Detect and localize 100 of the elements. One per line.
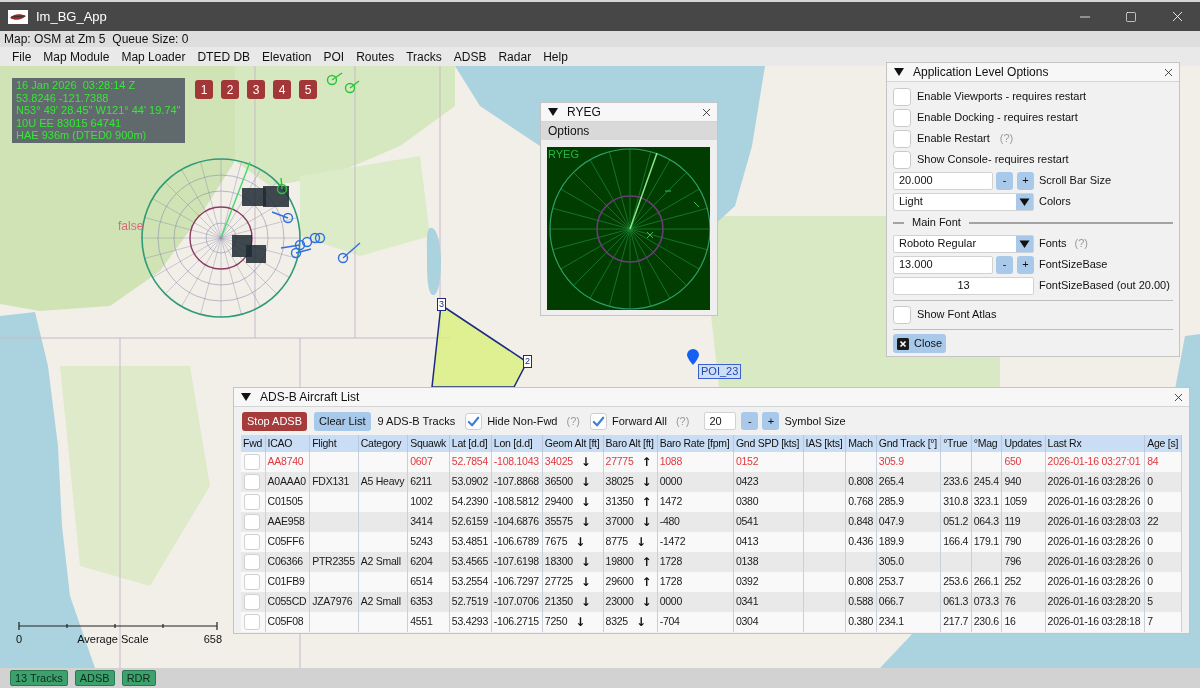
dropdown[interactable]: Light	[893, 192, 1034, 211]
table-cell: -704	[657, 612, 734, 632]
column-header: Age [s]	[1144, 435, 1182, 452]
numbered-button[interactable]: 2	[221, 80, 239, 99]
table-cell: 53.4293	[449, 612, 492, 632]
collapse-triangle-icon[interactable]	[241, 393, 251, 401]
number-field[interactable]: 20.000	[893, 171, 993, 190]
close-button[interactable]: Close	[893, 334, 947, 353]
menu-item[interactable]: POI	[317, 47, 351, 66]
numbered-button[interactable]: 5	[299, 80, 317, 99]
track-marker-icon[interactable]	[326, 72, 343, 86]
decrement-button[interactable]: -	[741, 412, 759, 430]
dropdown[interactable]: Roboto Regular	[893, 234, 1034, 253]
track-marker-icon[interactable]	[276, 177, 288, 195]
clear-button[interactable]: Clear List	[314, 411, 371, 431]
map-pin-icon[interactable]	[687, 349, 699, 365]
checkbox-label: Show Console- requires restart	[917, 152, 1069, 168]
checkbox[interactable]	[244, 594, 260, 610]
checkbox[interactable]	[244, 454, 260, 470]
menu-item[interactable]: Options	[548, 122, 590, 140]
drag-field[interactable]: 13	[893, 276, 1034, 295]
checkbox[interactable]	[244, 534, 260, 550]
table-cell: C05F08	[265, 612, 310, 632]
checkbox-label: Forward All	[611, 413, 667, 429]
field-label: Symbol Size	[784, 413, 846, 429]
track-marker-icon[interactable]	[309, 232, 321, 244]
column-header: Fwd	[241, 435, 266, 452]
checkbox-label: Enable Viewports - requires restart	[917, 89, 1087, 105]
checkbox[interactable]	[893, 150, 911, 169]
menu-item[interactable]: Routes	[350, 47, 401, 66]
waypoint-label[interactable]: 3	[437, 298, 446, 311]
trend-arrow: ↓	[641, 596, 652, 608]
menu-item[interactable]: ADSB	[447, 47, 493, 66]
number-field[interactable]: 20	[704, 412, 737, 430]
column-header: ICAO	[265, 435, 310, 452]
checkbox[interactable]	[244, 574, 260, 590]
decrement-button[interactable]: -	[996, 171, 1013, 190]
table-row[interactable]: C05FF6 5243 53.4851 -106.6789 7675 ↓ 8775 ↓ -1472 0413 0.436 189.9 166.4 179.1 790 2026-01-16 03:28:26 0	[241, 532, 1182, 552]
table-row[interactable]: A0AAA0 FDX131 A5 Heavy 6211 53.0902 -107.8868 36500 ↓ 38025 ↓ 0000 0423 0.808 265.4 233.6 245.4 940 2026-01-16 03:28:26 0	[241, 472, 1182, 492]
checkbox[interactable]	[244, 494, 260, 510]
menu-item[interactable]: Elevation	[256, 47, 318, 66]
table-row[interactable]: C05F08 4551 53.4293 -106.2715 7250 ↓ 8325 ↓ -704 0304 0.380 234.1 217.7 230.6 16 2026-01-16 03:28:18 7	[241, 612, 1182, 632]
track-marker-icon[interactable]	[314, 232, 326, 244]
checkbox[interactable]	[893, 108, 911, 127]
numbered-button[interactable]: 4	[273, 80, 291, 99]
track-marker-icon[interactable]	[290, 247, 312, 259]
checkbox[interactable]	[244, 614, 260, 630]
track-marker-icon[interactable]	[344, 80, 360, 94]
table-row[interactable]: C055CD JZA7976 A2 Small 6353 52.7519 -107.0706 21350 ↓ 23000 ↓ 0000 0341 0.588 066.7 061.3 073.3 76 2026-01-16 03:28:20 5	[241, 592, 1182, 612]
track-marker-icon[interactable]	[337, 242, 361, 264]
menu-item[interactable]: Radar	[492, 47, 538, 66]
checkbox[interactable]	[589, 412, 607, 430]
increment-button[interactable]: +	[1017, 255, 1034, 274]
checkbox[interactable]	[244, 474, 260, 490]
numbered-button[interactable]: 1	[195, 80, 213, 99]
collapse-triangle-icon[interactable]	[894, 68, 904, 76]
checkbox[interactable]	[465, 412, 483, 430]
menu-item[interactable]: Map Module	[37, 47, 116, 66]
increment-button[interactable]: +	[1017, 171, 1034, 190]
track-marker-icon[interactable]	[271, 211, 294, 224]
table-cell: 230.6	[971, 612, 1002, 632]
menu-item[interactable]: File	[6, 47, 38, 66]
checkbox[interactable]	[244, 554, 260, 570]
column-header: Lat [d.d]	[449, 435, 492, 452]
number-field[interactable]: 13.000	[893, 255, 993, 274]
table-cell: 37000	[605, 514, 634, 530]
menu-item[interactable]: Help	[537, 47, 574, 66]
status-button[interactable]: 13 Tracks	[10, 670, 68, 686]
numbered-button[interactable]: 3	[247, 80, 265, 99]
table-row[interactable]: C01505 1002 54.2390 -108.5812 29400 ↓ 31350 ↑ 1472 0380 0.768 285.9 310.8 323.1 1059 2026-01-16 03:28:26 0	[241, 492, 1182, 512]
decrement-button[interactable]: -	[996, 255, 1013, 274]
table-cell: 16	[1001, 612, 1046, 632]
table-row[interactable]: C01FB9 6514 53.2554 -106.7297 27725 ↓ 29600 ↑ 1728 0392 0.808 253.7 253.6 266.1 252 2026-01-16 03:28:26 0	[241, 572, 1182, 592]
caret-icon[interactable]	[1016, 235, 1033, 252]
table-row[interactable]: C06366 PTR2355 A2 Small 6204 53.4565 -107.6198 18300 ↓ 19800 ↑ 1728 0138 305.0 796 2026-01-16 03:28:26 0	[241, 552, 1182, 572]
table-cell: 23000	[605, 594, 634, 610]
menu-item[interactable]: Map Loader	[115, 47, 192, 66]
menu-item[interactable]: DTED DB	[191, 47, 257, 66]
checkbox[interactable]	[244, 514, 260, 530]
track-tag[interactable]	[246, 245, 266, 263]
trend-arrow: ↓	[580, 576, 591, 588]
status-button[interactable]: ADSB	[74, 670, 115, 686]
waypoint-label[interactable]: 2	[523, 355, 532, 368]
track-marker-icon[interactable]	[301, 236, 313, 248]
collapse-triangle-icon[interactable]	[548, 108, 558, 116]
menu-item[interactable]: Tracks	[400, 47, 448, 66]
maximize-icon[interactable]	[1125, 10, 1137, 23]
column-header: °True	[940, 435, 972, 452]
checkbox[interactable]	[893, 305, 911, 324]
table-row[interactable]: AAE958 3414 52.6159 -104.6876 35575 ↓ 37000 ↓ -480 0541 0.848 047.9 051.2 064.3 119 2026-01-16 03:28:03 22	[241, 512, 1182, 532]
status-button[interactable]: RDR	[121, 670, 156, 686]
table-row[interactable]: AA8740 0607 52.7854 -108.1043 34025 ↓ 27775 ↑ 1088 0152 305.9 650 2026-01-16 03:27:01 84	[241, 452, 1182, 472]
poi-label[interactable]: POI_23	[698, 364, 742, 379]
checkbox[interactable]	[893, 87, 911, 106]
section-label: Main Font	[912, 215, 961, 231]
increment-button[interactable]: +	[762, 412, 780, 430]
checkbox[interactable]	[893, 129, 911, 148]
track-marker-icon[interactable]	[280, 239, 306, 251]
stop-button[interactable]: Stop ADSB	[242, 411, 308, 431]
caret-icon[interactable]	[1016, 193, 1033, 210]
